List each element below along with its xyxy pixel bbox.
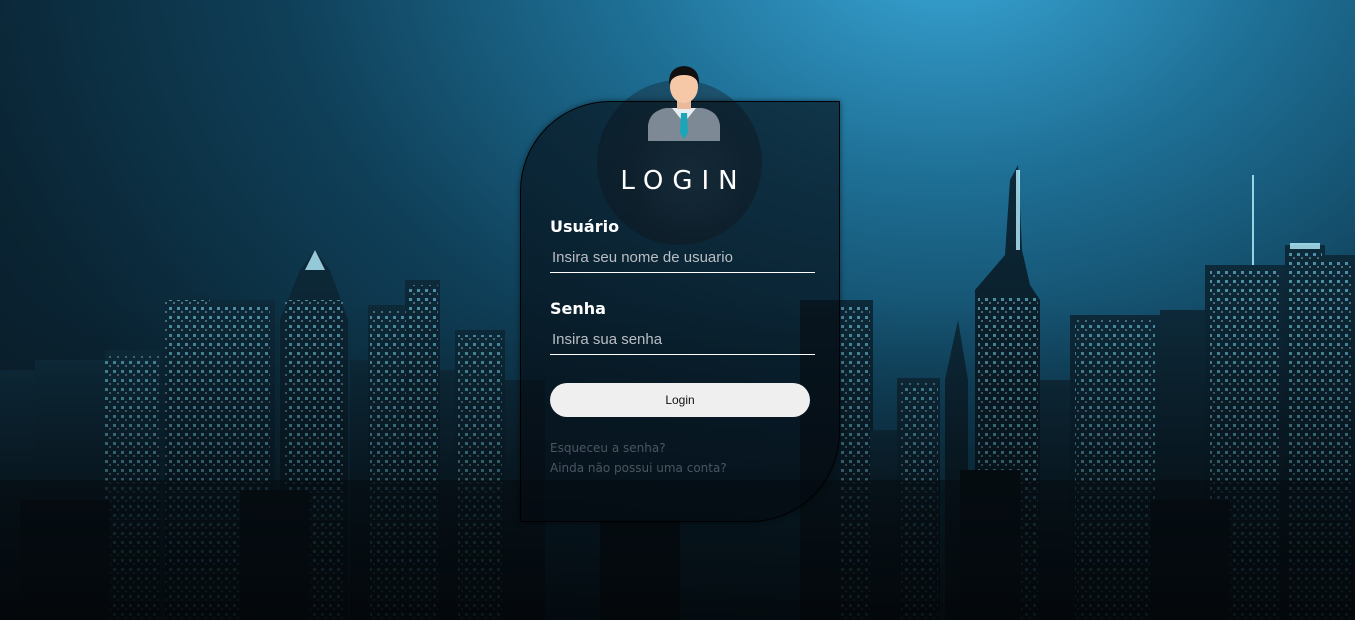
password-input[interactable] [550,324,815,355]
forgot-password-link[interactable]: Esqueceu a senha? [550,441,666,455]
password-label: Senha [550,299,606,318]
username-input[interactable] [550,242,815,273]
signup-link[interactable]: Ainda não possui uma conta? [550,461,727,475]
username-label: Usuário [550,217,620,236]
login-title: LOGIN [620,166,747,196]
login-button[interactable]: Login [550,383,810,417]
user-avatar-icon [648,66,720,141]
